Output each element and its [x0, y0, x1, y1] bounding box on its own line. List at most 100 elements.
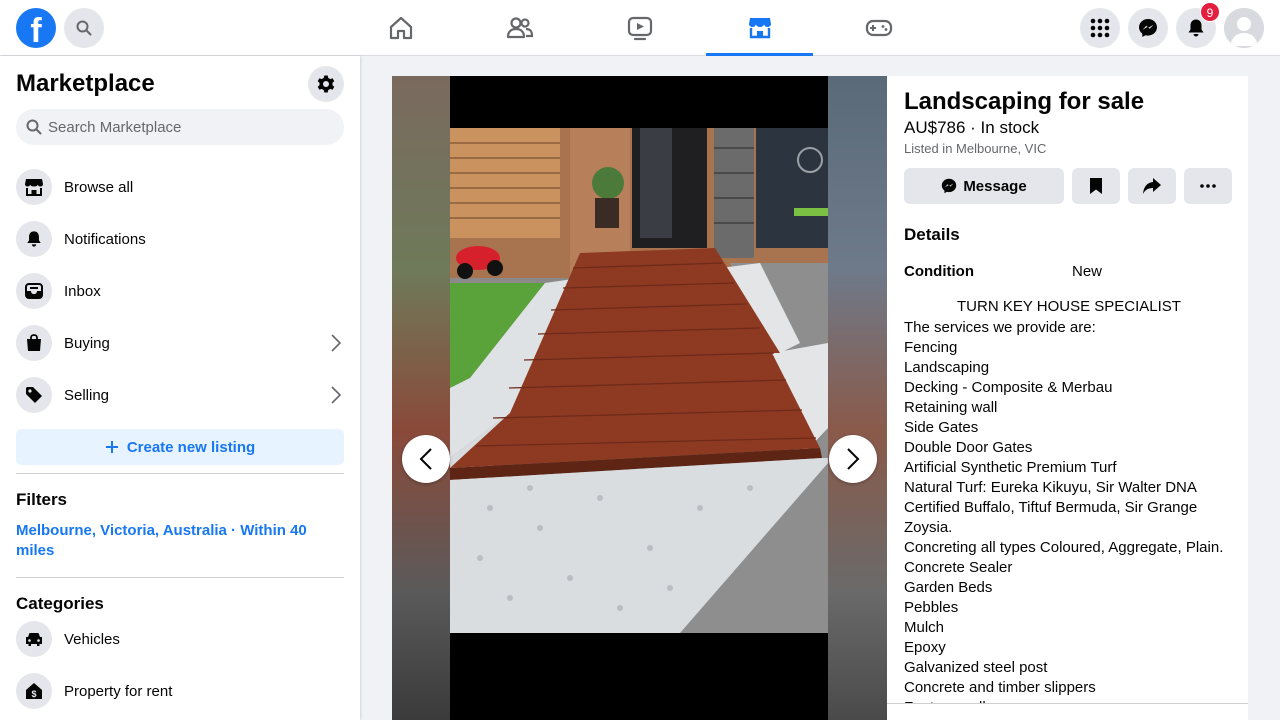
tab-gaming[interactable]	[825, 0, 932, 56]
category-label: Property for rent	[64, 682, 173, 700]
game-controller-icon	[865, 19, 892, 37]
sidebar-item-label: Inbox	[64, 282, 101, 300]
divider	[16, 473, 344, 474]
top-navigation-bar: f 9	[0, 0, 1280, 56]
description-line: Natural Turf: Eureka Kikuyu, Sir Walter …	[904, 479, 1197, 496]
search-placeholder: Search Marketplace	[48, 118, 182, 136]
share-icon	[1143, 178, 1161, 194]
chevron-right-icon	[331, 386, 342, 404]
sidebar-item-label: Selling	[64, 386, 110, 404]
bell-icon	[16, 221, 52, 257]
decking-photo-illustration	[450, 128, 828, 633]
category-vehicles[interactable]: Vehicles	[16, 617, 344, 661]
description-line: Certified Buffalo, Tiftuf Bermuda, Sir G…	[904, 499, 1198, 516]
description-line: Artificial Synthetic Premium Turf	[904, 459, 1117, 476]
svg-text:$: $	[31, 689, 36, 699]
previous-photo-button[interactable]	[402, 435, 450, 483]
sidebar-item-browse-all[interactable]: Browse all	[16, 165, 344, 209]
description-heading: TURN KEY HOUSE SPECIALIST	[957, 298, 1181, 315]
share-button[interactable]	[1128, 168, 1176, 204]
sidebar-item-buying[interactable]: Buying	[16, 321, 344, 365]
messenger-button[interactable]	[1128, 8, 1168, 48]
details-title: Details	[904, 225, 960, 244]
gear-icon	[317, 75, 335, 93]
sidebar-title: Marketplace	[16, 70, 155, 97]
friends-icon	[506, 17, 533, 39]
blurred-background-left	[392, 76, 450, 720]
sidebar-item-notifications[interactable]: Notifications	[16, 217, 344, 261]
description-line: Decking - Composite & Merbau	[904, 379, 1113, 396]
description-line: Landscaping	[904, 359, 990, 376]
listing-detail-panel: Landscaping for sale AU$786 · In stock L…	[887, 76, 1248, 720]
description-line: Concreting all types Coloured, Aggregate…	[904, 539, 1224, 556]
category-label: Vehicles	[64, 630, 120, 648]
sidebar-item-inbox[interactable]: Inbox	[16, 269, 344, 313]
menu-button[interactable]	[1080, 8, 1120, 48]
bell-icon	[1188, 19, 1204, 37]
create-listing-label: Create new listing	[126, 438, 256, 456]
listing-price: AU$786 · In stock	[904, 118, 1040, 137]
profile-avatar[interactable]	[1224, 8, 1264, 48]
messenger-icon	[1139, 19, 1157, 37]
create-new-listing-button[interactable]: Create new listing	[16, 429, 344, 465]
chevron-right-icon	[331, 334, 342, 352]
tab-friends[interactable]	[466, 0, 573, 56]
description-line: Zoysia.	[904, 519, 953, 536]
message-button[interactable]: Message	[904, 168, 1064, 204]
description-line: Galvanized steel post	[904, 659, 1048, 676]
description-line: Retaining wall	[904, 399, 998, 416]
condition-value: New	[1072, 263, 1103, 280]
divider	[16, 577, 344, 578]
search-icon	[76, 20, 92, 36]
save-button[interactable]	[1072, 168, 1120, 204]
grid-menu-icon	[1090, 18, 1110, 38]
description-line: Concrete and timber slippers	[904, 679, 1096, 696]
next-photo-button[interactable]	[829, 435, 877, 483]
sidebar-item-label: Buying	[64, 334, 110, 352]
video-icon	[627, 16, 652, 41]
notifications-button[interactable]: 9	[1176, 2, 1220, 48]
price-tag-icon	[16, 377, 52, 413]
inbox-icon	[16, 273, 52, 309]
messenger-icon	[942, 178, 957, 194]
description-line: Mulch	[904, 619, 945, 636]
category-property-for-rent[interactable]: $ Property for rent	[16, 669, 344, 713]
description-line: Fencing	[904, 339, 958, 356]
house-dollar-icon: $	[16, 673, 52, 709]
tab-marketplace[interactable]	[706, 0, 813, 56]
tab-watch[interactable]	[586, 0, 693, 56]
marketplace-icon	[748, 17, 771, 38]
marketplace-sidebar: Marketplace Search Marketplace Browse al…	[0, 56, 360, 720]
bottom-action-bar	[887, 703, 1248, 720]
listing-description: The services we provide are: Fencing Lan…	[904, 318, 1234, 718]
sidebar-item-label: Browse all	[64, 178, 134, 196]
notification-count-badge: 9	[1200, 2, 1220, 22]
search-input[interactable]: Search Marketplace	[16, 109, 344, 145]
message-label: Message	[963, 177, 1027, 195]
bookmark-icon	[1090, 178, 1102, 194]
sidebar-item-selling[interactable]: Selling	[16, 373, 344, 417]
car-icon	[16, 621, 52, 657]
sidebar-item-label: Notifications	[64, 230, 146, 248]
description-line: Epoxy	[904, 639, 946, 656]
listing-photo[interactable]	[450, 128, 828, 633]
location-filter-link[interactable]: Melbourne, Victoria, Australia · Within …	[16, 521, 336, 561]
search-button[interactable]	[64, 8, 104, 48]
listing-location[interactable]: Listed in Melbourne, VIC	[904, 141, 1046, 156]
storefront-icon	[16, 169, 52, 205]
filters-title: Filters	[16, 490, 68, 509]
categories-title: Categories	[16, 594, 104, 613]
description-line: The services we provide are:	[904, 319, 1096, 336]
more-options-button[interactable]	[1184, 168, 1232, 204]
description-line: Double Door Gates	[904, 439, 1033, 456]
condition-label: Condition	[904, 263, 974, 280]
default-avatar-icon	[1224, 8, 1264, 48]
tab-home[interactable]	[347, 0, 454, 56]
settings-button[interactable]	[308, 66, 344, 102]
description-line: Side Gates	[904, 419, 979, 436]
listing-title: Landscaping for sale	[904, 88, 1145, 115]
description-line: Garden Beds	[904, 579, 993, 596]
facebook-logo[interactable]: f	[16, 8, 56, 48]
blurred-background-right	[828, 76, 887, 720]
search-icon	[26, 119, 42, 135]
